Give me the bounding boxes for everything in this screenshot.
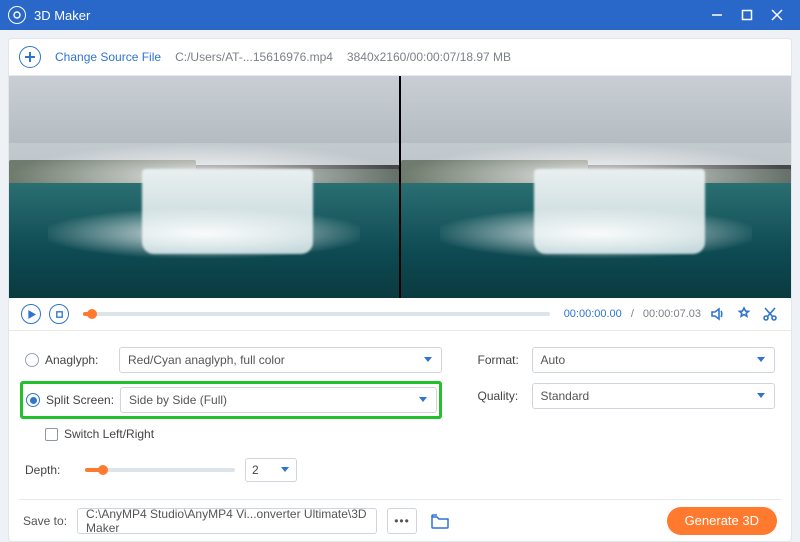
splitscreen-select[interactable]: Side by Side (Full) xyxy=(120,387,437,413)
open-folder-button[interactable] xyxy=(427,508,453,534)
chevron-down-icon xyxy=(280,463,290,477)
splitscreen-highlight: Split Screen: Side by Side (Full) xyxy=(20,381,442,419)
depth-slider[interactable] xyxy=(85,468,235,472)
chevron-down-icon xyxy=(423,353,433,367)
browse-button[interactable]: ••• xyxy=(387,508,417,534)
format-select[interactable]: Auto xyxy=(532,347,776,373)
splitscreen-radio[interactable] xyxy=(26,393,40,407)
source-toolbar: Change Source File C:/Users/AT-...156169… xyxy=(9,39,791,76)
anaglyph-radio[interactable] xyxy=(25,353,39,367)
depth-value-select[interactable]: 2 xyxy=(245,458,297,482)
quality-select[interactable]: Standard xyxy=(532,383,776,409)
playback-bar: 00:00:00.00/00:00:07.03 xyxy=(9,298,791,331)
titlebar: 3D Maker xyxy=(0,0,800,30)
window-maximize-button[interactable] xyxy=(732,0,762,30)
chevron-down-icon xyxy=(756,353,766,367)
video-preview xyxy=(9,76,791,298)
save-to-label: Save to: xyxy=(23,514,67,528)
switch-lr-checkbox[interactable] xyxy=(45,428,58,441)
depth-label: Depth: xyxy=(25,463,75,477)
anaglyph-label: Anaglyph: xyxy=(45,353,119,367)
chevron-down-icon xyxy=(756,389,766,403)
anaglyph-select[interactable]: Red/Cyan anaglyph, full color xyxy=(119,347,442,373)
format-label: Format: xyxy=(478,353,532,367)
add-icon[interactable] xyxy=(19,46,41,68)
window-minimize-button[interactable] xyxy=(702,0,732,30)
cut-icon[interactable] xyxy=(761,305,779,323)
save-path-field[interactable]: C:\AnyMP4 Studio\AnyMP4 Vi...onverter Ul… xyxy=(77,508,377,534)
preview-left xyxy=(9,76,399,298)
current-time: 00:00:00.00 xyxy=(564,308,622,320)
total-time: 00:00:07.03 xyxy=(643,308,701,320)
progress-track[interactable] xyxy=(83,312,550,316)
splitscreen-label: Split Screen: xyxy=(46,393,120,407)
window-title: 3D Maker xyxy=(34,8,90,23)
stop-button[interactable] xyxy=(49,304,69,324)
generate-3d-button[interactable]: Generate 3D xyxy=(667,507,777,535)
play-button[interactable] xyxy=(21,304,41,324)
main-panel: Change Source File C:/Users/AT-...156169… xyxy=(8,38,792,542)
options-area: Anaglyph: Red/Cyan anaglyph, full color … xyxy=(9,331,791,499)
change-source-link[interactable]: Change Source File xyxy=(55,50,161,64)
chevron-down-icon xyxy=(418,393,428,407)
window-close-button[interactable] xyxy=(762,0,792,30)
app-icon xyxy=(8,6,26,24)
source-meta: 3840x2160/00:00:07/18.97 MB xyxy=(347,50,511,64)
source-path: C:/Users/AT-...15616976.mp4 xyxy=(175,50,333,64)
quality-label: Quality: xyxy=(478,389,532,403)
volume-icon[interactable] xyxy=(709,305,727,323)
switch-lr-label: Switch Left/Right xyxy=(64,427,154,441)
preview-right xyxy=(401,76,791,298)
bottom-bar: Save to: C:\AnyMP4 Studio\AnyMP4 Vi...on… xyxy=(9,500,791,541)
snapshot-icon[interactable] xyxy=(735,305,753,323)
